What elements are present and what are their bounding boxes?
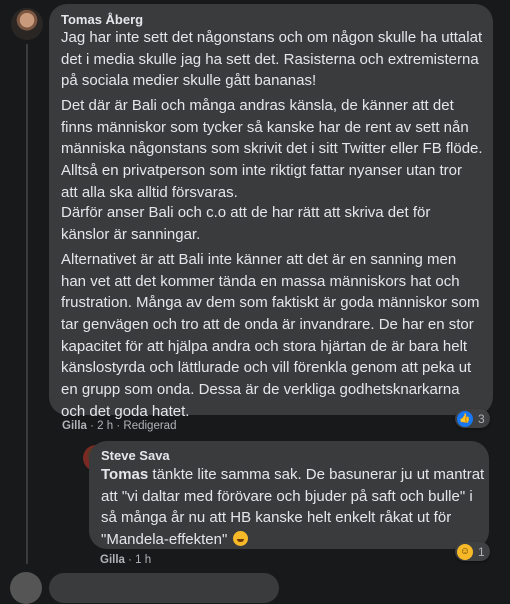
- comment-paragraph: Jag har inte sett det någonstans och om …: [61, 27, 482, 92]
- edited-label[interactable]: Redigerad: [123, 420, 176, 432]
- avatar[interactable]: [11, 8, 43, 40]
- text-line: Alternativet är att Bali inte känner att…: [61, 251, 457, 268]
- reaction-count: 1: [478, 544, 485, 559]
- text-line: så många år nu att HB kanske helt enkelt…: [101, 509, 452, 527]
- comment-paragraph: Därför anser Bali och c.o att de har rät…: [61, 202, 430, 245]
- avatar[interactable]: [10, 572, 42, 604]
- text-line: "Mandela-effekten": [101, 529, 484, 551]
- comment-meta: Gilla · 1 h: [100, 554, 151, 566]
- text-line: han vet att det kommer tända en massa mä…: [61, 272, 460, 290]
- timestamp[interactable]: 1 h: [135, 554, 151, 566]
- text-line: på sociala medier skulle gått bananas!: [61, 72, 317, 90]
- reaction-count-badge[interactable]: 👍 3: [455, 409, 490, 428]
- text-line: Det där är Bali och många andras känsla,…: [61, 97, 454, 114]
- text-line: Alltså en privatperson som inte riktigt …: [61, 162, 463, 180]
- mention-link[interactable]: Tomas: [101, 466, 148, 483]
- like-action-link[interactable]: Gilla: [62, 420, 87, 432]
- comment-author[interactable]: Steve Sava: [101, 448, 170, 463]
- text-line: känslor är sanningar.: [61, 225, 201, 243]
- like-icon: 👍: [457, 410, 473, 427]
- comment-paragraph: Tomas tänkte lite samma sak. De basunera…: [101, 464, 484, 551]
- text-line: frustration. Många av dem som faktiskt ä…: [61, 294, 480, 312]
- timestamp[interactable]: 2 h: [97, 420, 113, 432]
- text-line: en grupp som onda. Dessa är de verkliga …: [61, 381, 460, 399]
- text-line: Jag har inte sett det någonstans och om …: [61, 29, 483, 46]
- grinning-emoji-icon: [233, 531, 249, 547]
- comment-paragraph: Alternativet är att Bali inte känner att…: [61, 249, 480, 423]
- reaction-count-badge[interactable]: ☺ 1: [455, 542, 490, 561]
- text-line: känslostyrda och lättlurade och vill för…: [61, 359, 472, 377]
- reaction-count: 3: [478, 411, 485, 426]
- comment-paragraph: Det där är Bali och många andras känsla,…: [61, 95, 483, 203]
- thread-line: [26, 44, 28, 564]
- haha-icon: ☺: [457, 543, 473, 560]
- text-line: tar genvägen och tro att de onda är inva…: [61, 316, 474, 334]
- comment-bubble: [49, 573, 279, 603]
- comment-meta: Gilla · 2 h · Redigerad: [62, 420, 176, 432]
- text-line: att alla ska alltid försvaras.: [61, 183, 238, 201]
- text-line: kapacitet för att hjälpa andra och stora…: [61, 337, 468, 355]
- text-line: Tomas tänkte lite samma sak. De basunera…: [101, 464, 484, 486]
- text-line: människa någonstans som skrivit det i si…: [61, 140, 483, 158]
- text-line: det i media skulle jag ha sett det. Rasi…: [61, 50, 479, 68]
- like-action-link[interactable]: Gilla: [100, 554, 125, 566]
- text-fragment: "Mandela-effekten": [101, 531, 228, 549]
- text-line: finns människor som tycker så kanske har…: [61, 118, 469, 136]
- text-line: att "vi daltar med förövare och bjuder p…: [101, 487, 473, 505]
- text-fragment: tänkte lite samma sak. De basunerar ju u…: [148, 466, 485, 483]
- comment-author[interactable]: Tomas Åberg: [61, 12, 143, 27]
- text-line: Därför anser Bali och c.o att de har rät…: [61, 204, 431, 221]
